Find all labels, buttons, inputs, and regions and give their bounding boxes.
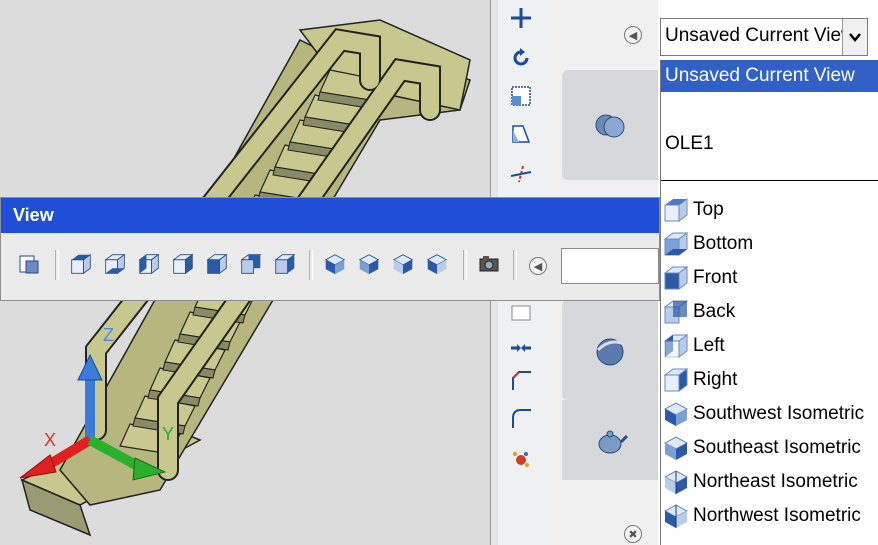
top-view-button[interactable] (67, 250, 95, 278)
extend-icon[interactable] (504, 300, 538, 328)
rotate-icon[interactable] (504, 44, 538, 72)
se-iso-icon (663, 436, 689, 460)
ne-iso-icon (663, 470, 689, 494)
list-item-front[interactable]: Front (661, 262, 878, 294)
views-combobox[interactable]: Unsaved Current View (660, 18, 868, 56)
scale-icon[interactable] (504, 82, 538, 110)
chevron-down-icon[interactable] (842, 19, 867, 55)
join-icon[interactable] (504, 334, 538, 362)
list-item-ole1[interactable]: OLE1 (661, 128, 878, 160)
list-item-right[interactable]: Right (661, 364, 878, 396)
ucs-x-label: X (44, 430, 57, 450)
list-item-nw-iso[interactable]: Northwest Isometric (661, 500, 878, 532)
list-item-sw-iso[interactable]: Southwest Isometric (661, 398, 878, 430)
orbit-icon (595, 114, 625, 138)
nw-iso-icon (663, 504, 689, 528)
sw-iso-icon (324, 254, 346, 275)
bottom-view-button[interactable] (101, 250, 129, 278)
front-view-icon (663, 266, 689, 290)
explode-icon[interactable] (504, 446, 538, 474)
left-view-button[interactable] (135, 250, 163, 278)
ucs-z-label: Z (103, 325, 114, 345)
nw-iso-icon (426, 254, 448, 275)
se-iso-icon (358, 254, 380, 275)
back-view-icon (663, 300, 689, 324)
named-views-icon[interactable] (15, 250, 43, 278)
views-combo-value: Unsaved Current View (665, 25, 845, 46)
list-item-se-iso[interactable]: Southeast Isometric (661, 432, 878, 464)
back-view-alt-button[interactable] (271, 250, 299, 278)
sw-iso-button[interactable] (321, 250, 349, 278)
list-item-left[interactable]: Left (661, 330, 878, 362)
sw-iso-icon (663, 402, 689, 426)
panel-close-icon[interactable]: ✖ (624, 525, 642, 543)
left-view-icon (138, 253, 160, 275)
list-item-bottom[interactable]: Bottom (661, 228, 878, 260)
toolbar-title[interactable]: View (1, 198, 659, 233)
front-view-icon (206, 253, 228, 275)
view-toolbar: View ◀ (0, 197, 660, 301)
fillet-icon[interactable] (504, 404, 538, 432)
top-view-icon (71, 253, 91, 275)
teapot-icon (598, 430, 629, 454)
bottom-view-icon (104, 253, 126, 275)
se-iso-button[interactable] (355, 250, 383, 278)
trim-icon[interactable] (504, 160, 538, 188)
panel-expand-icon[interactable]: ◀ (624, 26, 642, 44)
camera-button[interactable] (475, 250, 503, 278)
back-view-icon (274, 254, 296, 274)
chamfer-icon[interactable] (504, 366, 538, 394)
camera-icon (479, 256, 499, 272)
bottom-view-icon (663, 232, 689, 256)
left-view-icon (663, 334, 689, 358)
right-view-icon (172, 253, 194, 275)
toolbar-expand-icon[interactable]: ◀ (529, 257, 547, 275)
front-view-button[interactable] (203, 250, 231, 278)
list-item-blank[interactable] (661, 92, 878, 124)
ucs-y-label: Y (162, 424, 175, 444)
nw-iso-button[interactable] (423, 250, 451, 278)
right-view-icon (663, 368, 689, 392)
back-view-button[interactable] (237, 250, 265, 278)
top-view-icon (664, 198, 688, 222)
visual-styles-section[interactable] (562, 300, 658, 400)
list-item-ne-iso[interactable]: Northeast Isometric (661, 466, 878, 498)
visual-style-icon (596, 338, 625, 366)
3d-navigate-section[interactable] (562, 70, 658, 180)
render-section[interactable] (562, 400, 658, 480)
right-view-button[interactable] (169, 250, 197, 278)
list-item-top[interactable]: Top (661, 194, 878, 226)
back-view-icon (240, 254, 262, 274)
stretch-icon[interactable] (504, 120, 538, 148)
toolbar-views-input[interactable] (561, 248, 659, 284)
move-icon[interactable] (504, 4, 538, 32)
ne-iso-button[interactable] (389, 250, 417, 278)
list-item-back[interactable]: Back (661, 296, 878, 328)
views-dropdown-list[interactable]: Unsaved Current View OLE1 Top Bottom Fro… (660, 60, 878, 545)
ne-iso-icon (392, 254, 414, 275)
list-divider (661, 180, 878, 181)
list-item-unsaved-current-view[interactable]: Unsaved Current View (661, 60, 878, 92)
